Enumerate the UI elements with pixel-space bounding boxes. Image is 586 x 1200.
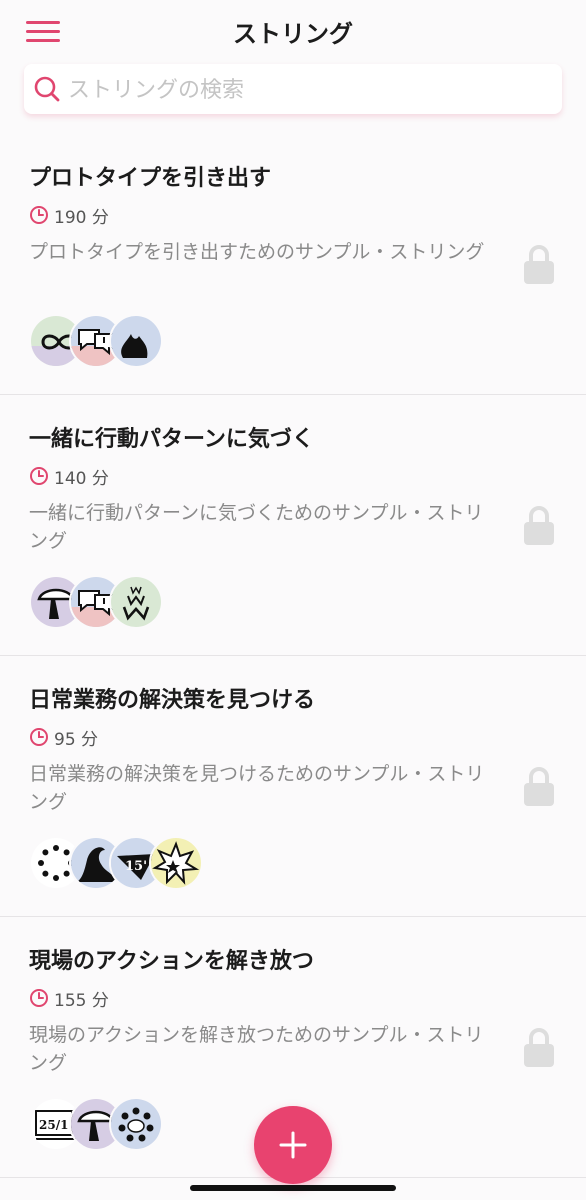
clock-icon xyxy=(30,467,48,485)
string-description: 日常業務の解決策を見つけるためのサンプル・ストリング xyxy=(29,763,485,813)
star-explosion-avatar xyxy=(149,836,203,890)
duration-text: 140 分 xyxy=(54,468,109,489)
method-avatars xyxy=(29,314,163,368)
lock-icon xyxy=(524,767,554,806)
app-screen: ストリング プロトタイプを引き出す 190 分 プロトタイプを引き出すためのサン… xyxy=(0,0,586,1200)
method-avatars: 25/1 xyxy=(29,1097,163,1151)
www-avatar xyxy=(109,575,163,629)
duration: 155 分 xyxy=(29,987,109,1011)
flame-avatar xyxy=(109,314,163,368)
duration-text: 155 分 xyxy=(54,990,109,1011)
string-description: プロトタイプを引き出すためのサンプル・ストリング xyxy=(29,241,485,263)
string-title: 現場のアクションを解き放つ xyxy=(29,949,314,974)
string-card[interactable]: プロトタイプを引き出す 190 分 プロトタイプを引き出すためのサンプル・ストリ… xyxy=(0,134,586,395)
lock-icon xyxy=(524,245,554,284)
search-bar xyxy=(24,64,562,116)
string-description: 一緒に行動パターンに気づくためのサンプル・ストリング xyxy=(29,502,484,552)
string-description: 現場のアクションを解き放つためのサンプル・ストリング xyxy=(29,1024,484,1074)
method-avatars: 15' xyxy=(29,836,203,890)
top-bar: ストリング xyxy=(0,0,586,60)
add-string-button[interactable] xyxy=(254,1106,332,1184)
lock-icon xyxy=(524,1028,554,1067)
clock-icon xyxy=(30,728,48,746)
method-avatars xyxy=(29,575,163,629)
search-icon xyxy=(34,76,60,102)
clock-icon xyxy=(30,989,48,1007)
string-title: 日常業務の解決策を見つける xyxy=(29,688,316,713)
string-title: プロトタイプを引き出す xyxy=(29,166,272,191)
page-title: ストリング xyxy=(233,20,353,48)
search-input[interactable] xyxy=(66,64,550,116)
duration-text: 190 分 xyxy=(54,207,109,228)
people-circle-avatar xyxy=(109,1097,163,1151)
string-card[interactable]: 一緒に行動パターンに気づく 140 分 一緒に行動パターンに気づくためのサンプル… xyxy=(0,395,586,656)
svg-text:15': 15' xyxy=(125,859,147,874)
lock-icon xyxy=(524,506,554,545)
plus-icon xyxy=(279,1131,307,1159)
string-list: プロトタイプを引き出す 190 分 プロトタイプを引き出すためのサンプル・ストリ… xyxy=(0,134,586,1178)
duration: 190 分 xyxy=(29,204,109,228)
duration: 95 分 xyxy=(29,726,99,750)
string-title: 一緒に行動パターンに気づく xyxy=(29,427,314,452)
duration-text: 95 分 xyxy=(54,729,99,750)
clock-icon xyxy=(30,206,48,224)
calendar-25-label: 25/1 xyxy=(39,1118,68,1132)
duration: 140 分 xyxy=(29,465,109,489)
string-card[interactable]: 日常業務の解決策を見つける 95 分 日常業務の解決策を見つけるためのサンプル・… xyxy=(0,656,586,917)
home-indicator xyxy=(190,1185,396,1191)
